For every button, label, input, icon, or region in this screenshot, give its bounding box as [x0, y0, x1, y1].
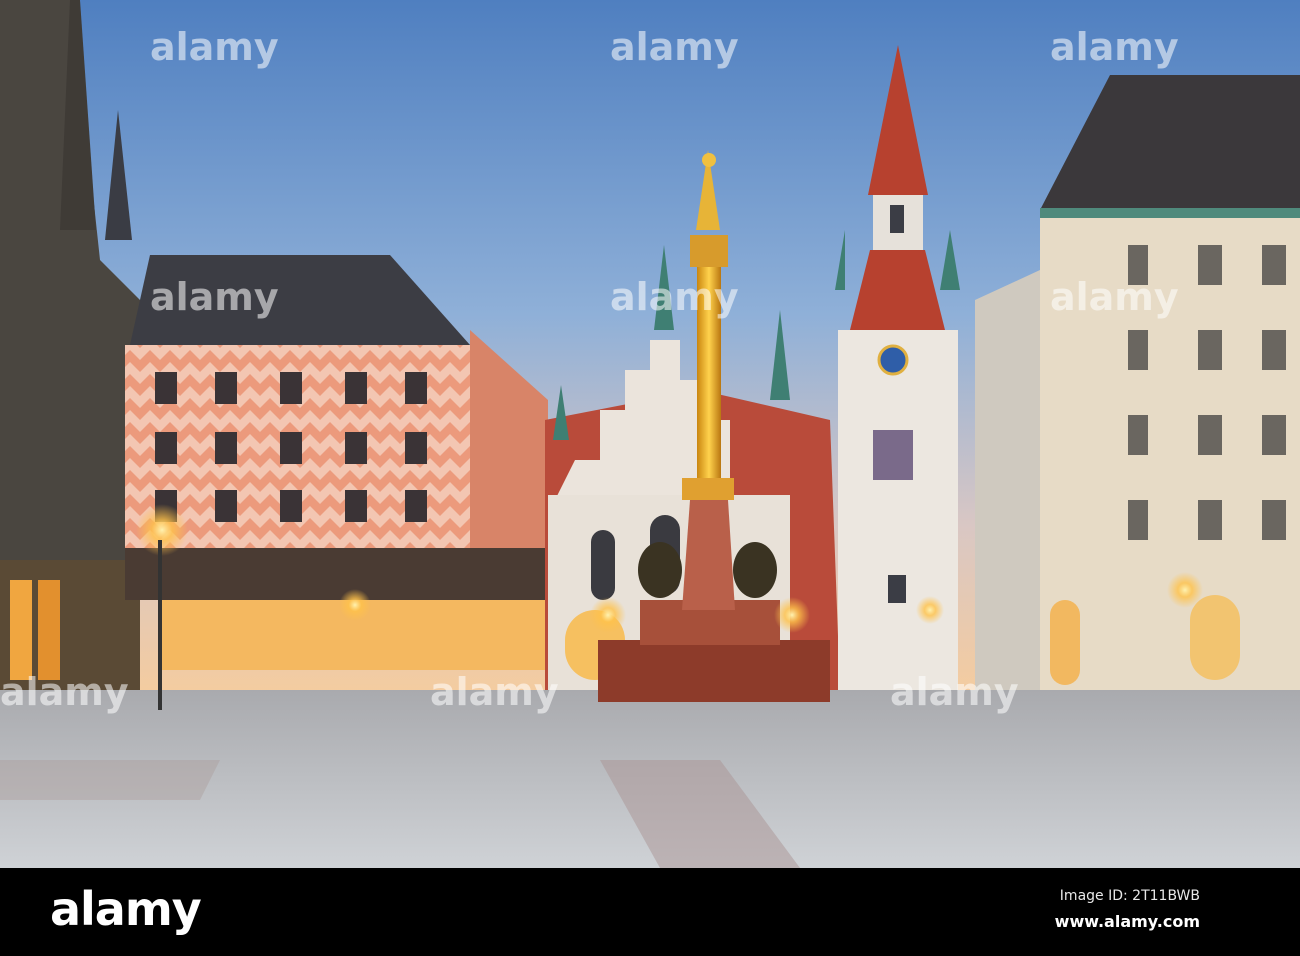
- svg-text:alamy: alamy: [150, 25, 279, 69]
- svg-text:alamy: alamy: [610, 25, 739, 69]
- footer-bar: alamy Image ID: 2T11BWB www.alamy.com: [0, 868, 1300, 956]
- svg-text:alamy: alamy: [1050, 275, 1179, 319]
- svg-text:alamy: alamy: [890, 670, 1019, 714]
- website-link[interactable]: www.alamy.com: [1055, 912, 1200, 931]
- svg-text:alamy: alamy: [430, 670, 559, 714]
- svg-text:alamy: alamy: [610, 275, 739, 319]
- svg-text:alamy: alamy: [1050, 25, 1179, 69]
- svg-text:alamy: alamy: [150, 275, 279, 319]
- image-id: Image ID: 2T11BWB: [1059, 888, 1200, 904]
- photo-marienplatz: alamy alamy alamy alamy alamy alamy alam…: [0, 0, 1300, 868]
- svg-text:alamy: alamy: [0, 670, 129, 714]
- alamy-logo[interactable]: alamy: [50, 882, 202, 936]
